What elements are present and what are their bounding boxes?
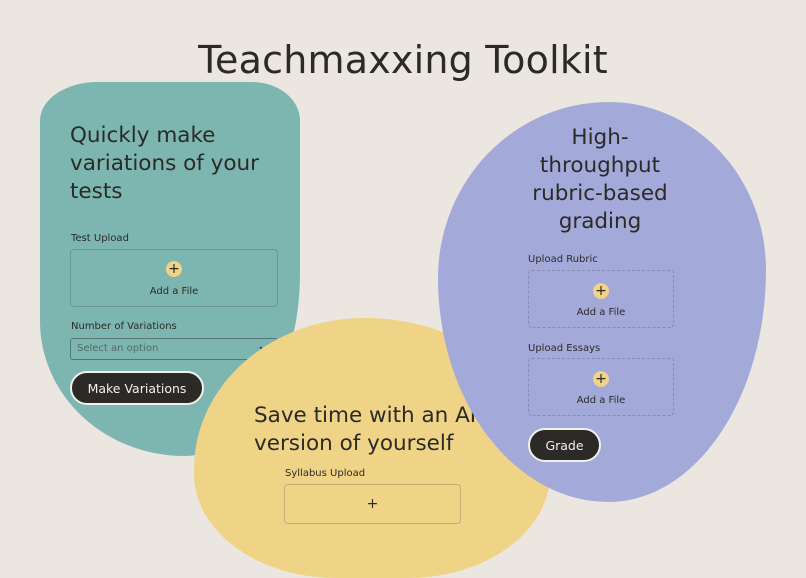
test-upload-text: Add a File — [149, 286, 199, 297]
upload-rubric-label: Upload Rubric — [528, 254, 598, 265]
plus-icon: + — [593, 283, 609, 299]
number-of-variations-select[interactable]: Select an option — [70, 338, 278, 360]
grading-heading: High-throughput rubric-based grading — [532, 125, 668, 234]
number-of-variations-label: Number of Variations — [71, 321, 177, 332]
ai-heading: Save time with an AI version of yourself — [254, 403, 477, 456]
plus-icon: + — [166, 261, 182, 277]
grade-button[interactable]: Grade — [528, 428, 601, 462]
select-placeholder: Select an option — [77, 343, 159, 354]
test-upload-dropzone[interactable]: + Add a File — [70, 249, 278, 307]
page-title: Teachmaxxing Toolkit — [198, 38, 608, 82]
rubric-upload-text: Add a File — [576, 307, 626, 318]
test-upload-label: Test Upload — [71, 233, 129, 244]
essays-upload-dropzone[interactable]: + Add a File — [528, 358, 674, 416]
rubric-upload-dropzone[interactable]: + Add a File — [528, 270, 674, 328]
upload-essays-label: Upload Essays — [528, 343, 601, 354]
plus-icon: + — [593, 371, 609, 387]
syllabus-upload-dropzone[interactable]: + — [284, 484, 461, 524]
make-variations-button[interactable]: Make Variations — [70, 371, 204, 405]
syllabus-upload-label: Syllabus Upload — [285, 468, 366, 479]
essays-upload-text: Add a File — [576, 395, 626, 406]
variations-heading: Quickly make variations of your tests — [70, 123, 260, 204]
plus-icon: + — [366, 496, 379, 512]
